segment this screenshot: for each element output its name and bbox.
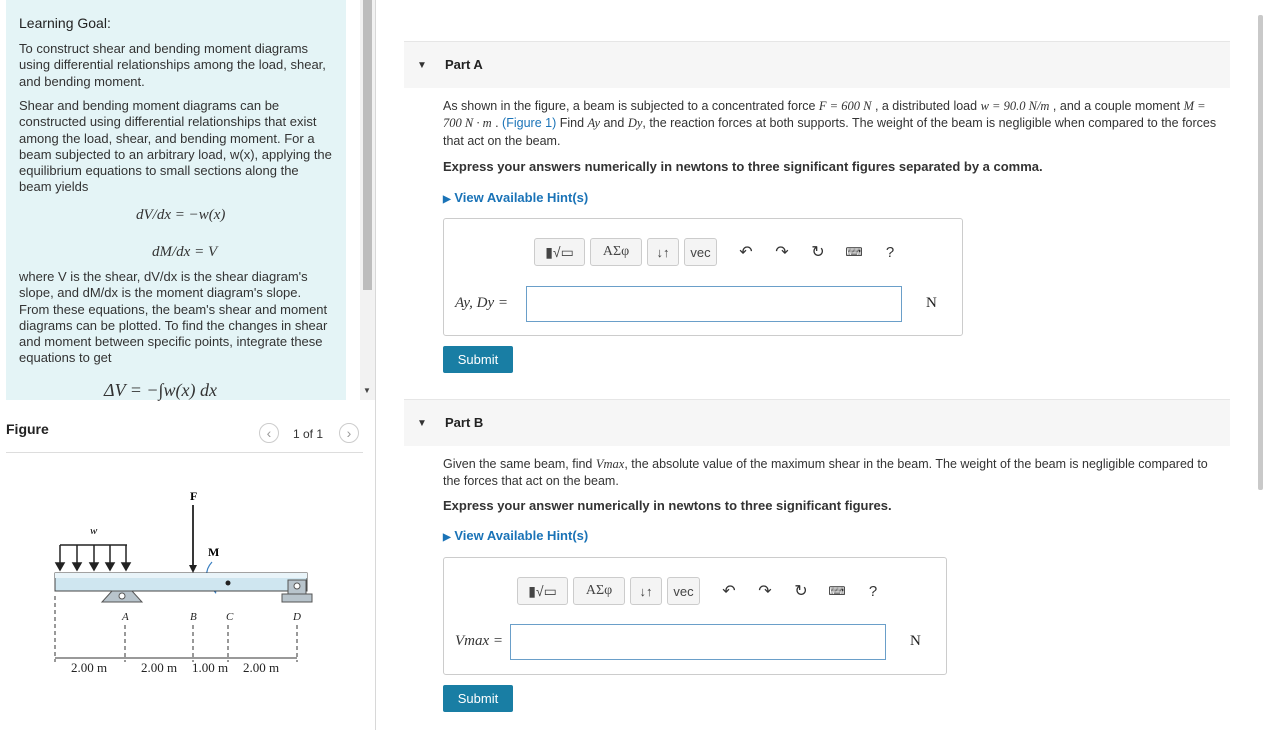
collapse-caret-icon[interactable]: ▼	[417, 60, 427, 71]
help-icon[interactable]: ?	[877, 244, 903, 261]
redo-icon[interactable]: ↷	[769, 242, 795, 262]
learning-goal-body: Shear and bending moment diagrams can be…	[19, 98, 332, 195]
undo-icon[interactable]: ↶	[733, 242, 759, 262]
part-a-label: Part A	[445, 57, 483, 72]
next-figure-button[interactable]: ›	[339, 423, 359, 443]
part-b-answer-input[interactable]	[510, 624, 886, 660]
part-a-input-label: Ay, Dy =	[455, 295, 509, 311]
equation-delta-v: ΔV = −∫w(x) dx	[104, 380, 217, 400]
part-a-header[interactable]	[404, 41, 1230, 88]
greek-button[interactable]: ΑΣφ	[573, 577, 625, 605]
part-b-header[interactable]	[404, 399, 1230, 446]
part-a-answer-input[interactable]	[526, 286, 902, 322]
part-b-input-label: Vmax =	[455, 633, 504, 649]
left-scrollbar-thumb[interactable]	[363, 0, 372, 290]
right-scrollbar[interactable]	[1254, 15, 1266, 730]
figure-divider	[6, 452, 363, 453]
b-label: B	[190, 611, 197, 623]
right-scrollbar-thumb[interactable]	[1258, 15, 1263, 490]
vec-button[interactable]: vec	[667, 577, 700, 605]
greek-button[interactable]: ΑΣφ	[590, 238, 642, 266]
scroll-down-arrow-icon[interactable]: ▼	[363, 386, 371, 395]
part-a-instruction: Express your answers numerically in newt…	[443, 159, 1043, 174]
figure-link[interactable]: (Figure 1)	[502, 116, 556, 130]
part-a-hint-link[interactable]: ▶ View Available Hint(s)	[443, 190, 588, 205]
a-label: A	[121, 611, 129, 623]
collapse-caret-icon[interactable]: ▼	[417, 418, 427, 429]
figure-pager: 1 of 1	[293, 427, 324, 441]
keyboard-icon[interactable]: ⌨	[841, 245, 867, 259]
reset-icon[interactable]: ↻	[788, 581, 814, 601]
d-label: D	[292, 611, 301, 623]
dimension-4: 2.00 m	[243, 660, 279, 675]
part-b-instruction: Express your answer numerically in newto…	[443, 498, 892, 513]
redo-icon[interactable]: ↷	[752, 581, 778, 601]
part-a-unit: N	[926, 295, 937, 311]
column-divider	[375, 0, 376, 730]
f-label: F	[190, 489, 197, 503]
learning-goal-intro: To construct shear and bending moment di…	[19, 41, 326, 89]
part-b-unit: N	[910, 633, 921, 649]
arrows-button[interactable]: ↓↑	[630, 577, 662, 605]
templates-button[interactable]: ▮√▭	[534, 238, 585, 266]
c-label: C	[226, 611, 234, 623]
part-b-submit-button[interactable]: Submit	[443, 685, 513, 712]
part-b-question: Given the same beam, find Vmax, the abso…	[443, 457, 1208, 489]
arrows-button[interactable]: ↓↑	[647, 238, 679, 266]
learning-goal-explanation: where V is the shear, dV/dx is the shear…	[19, 269, 328, 366]
part-a-question: As shown in the figure, a beam is subjec…	[443, 99, 1217, 148]
vec-button[interactable]: vec	[684, 238, 717, 266]
left-scrollbar[interactable]: ▼	[360, 0, 375, 400]
part-a-submit-button[interactable]: Submit	[443, 346, 513, 373]
undo-icon[interactable]: ↶	[716, 581, 742, 601]
distributed-load-arrows	[54, 544, 132, 572]
part-b-toolbar: ▮√▭ ΑΣφ ↓↑ vec ↶ ↷ ↻ ⌨ ?	[517, 576, 896, 606]
dimension-3: 1.00 m	[192, 660, 228, 675]
prev-figure-button[interactable]: ‹	[259, 423, 279, 443]
beam-figure: w F M A B C D 2.00 m 2.00 m 1.00 m 2.00 …	[54, 489, 313, 675]
w-label: w	[90, 525, 98, 537]
dimension-1: 2.00 m	[71, 660, 107, 675]
keyboard-icon[interactable]: ⌨	[824, 584, 850, 598]
m-label: M	[208, 545, 219, 559]
learning-goal-title: Learning Goal:	[19, 15, 111, 31]
part-a-toolbar: ▮√▭ ΑΣφ ↓↑ vec ↶ ↷ ↻ ⌨ ?	[534, 237, 913, 267]
dimension-2: 2.00 m	[141, 660, 177, 675]
templates-button[interactable]: ▮√▭	[517, 577, 568, 605]
figure-title: Figure	[6, 421, 49, 437]
part-b-hint-link[interactable]: ▶ View Available Hint(s)	[443, 528, 588, 543]
equation-moment: dM/dx = V	[152, 244, 218, 260]
help-icon[interactable]: ?	[860, 583, 886, 600]
equation-shear: dV/dx = −w(x)	[136, 207, 226, 223]
reset-icon[interactable]: ↻	[805, 242, 831, 262]
part-b-label: Part B	[445, 415, 484, 430]
